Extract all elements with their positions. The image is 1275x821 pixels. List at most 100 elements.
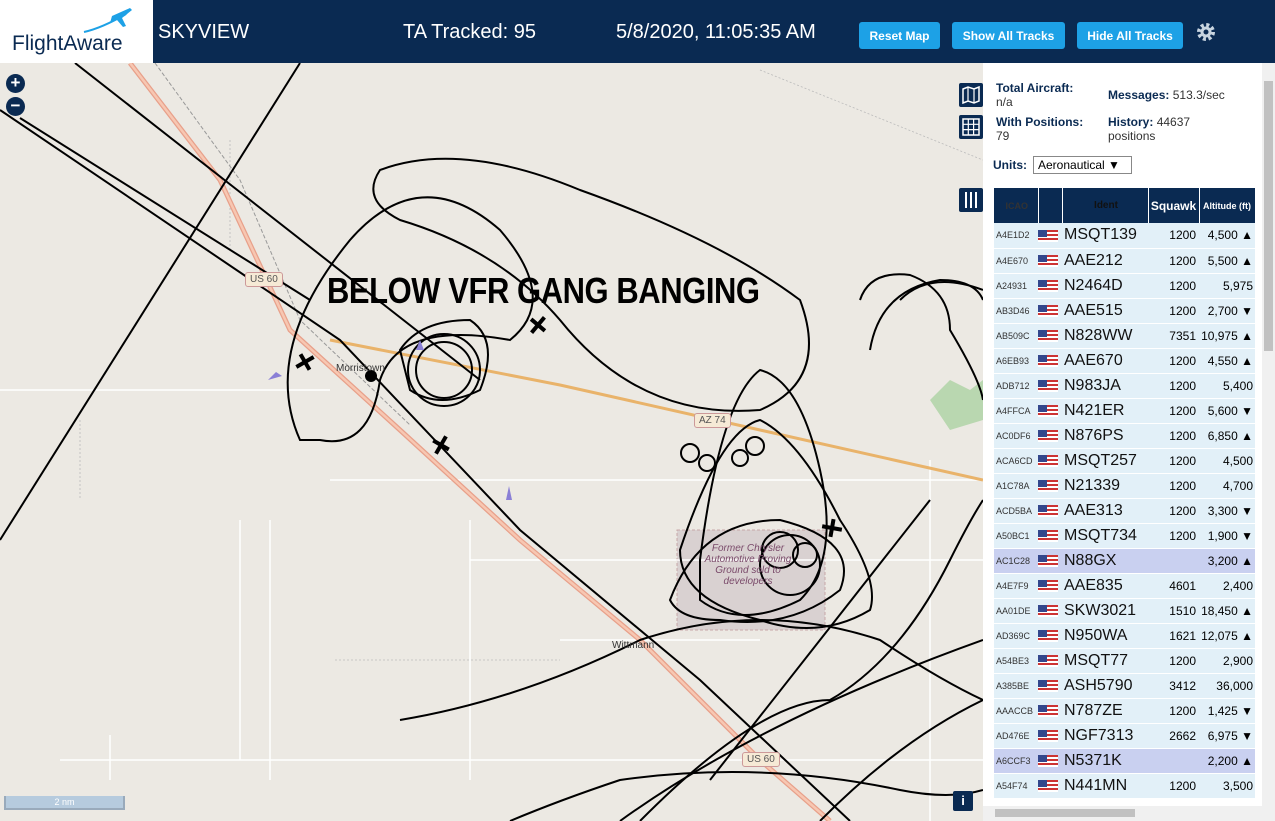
table-row[interactable]: ACD5BA AAE313 1200 3,300 ▼ bbox=[994, 498, 1255, 524]
show-all-tracks-button[interactable]: Show All Tracks bbox=[952, 22, 1065, 49]
table-row[interactable]: AC1C28 N88GX 3,200 ▲ bbox=[994, 548, 1255, 574]
altitude-cell: 4,500 ▲ bbox=[1199, 223, 1255, 249]
table-row[interactable]: AAACCB N787ZE 1200 1,425 ▼ bbox=[994, 698, 1255, 724]
altitude-cell: 3,500 bbox=[1199, 773, 1255, 799]
ident-cell: N88GX bbox=[1062, 548, 1148, 574]
table-row[interactable]: A4E7F9 AAE835 4601 2,400 bbox=[994, 573, 1255, 599]
units-select[interactable]: Aeronautical ▼ bbox=[1033, 156, 1132, 174]
table-row[interactable]: ADB712 N983JA 1200 5,400 bbox=[994, 373, 1255, 399]
altitude-cell: 6,975 ▼ bbox=[1199, 723, 1255, 749]
route-shield-us60: US 60 bbox=[245, 272, 283, 287]
icao-cell: AB3D46 bbox=[994, 298, 1038, 324]
flag-cell bbox=[1038, 248, 1062, 274]
altitude-cell: 2,400 bbox=[1199, 573, 1255, 599]
table-row[interactable]: AC0DF6 N876PS 1200 6,850 ▲ bbox=[994, 423, 1255, 449]
table-row[interactable]: A50BC1 MSQT734 1200 1,900 ▼ bbox=[994, 523, 1255, 549]
zoom-in-button[interactable]: + bbox=[6, 74, 25, 93]
flag-cell bbox=[1038, 623, 1062, 649]
column-header-squawk[interactable]: Squawk bbox=[1148, 188, 1200, 223]
icao-cell: A24931 bbox=[994, 273, 1038, 299]
ident-cell: N950WA bbox=[1062, 623, 1148, 649]
column-header-icao[interactable]: ICAO bbox=[994, 188, 1039, 223]
columns-icon[interactable] bbox=[959, 188, 983, 212]
table-row[interactable]: A1C78A N21339 1200 4,700 bbox=[994, 473, 1255, 499]
us-flag-icon bbox=[1038, 380, 1058, 393]
ident-cell: AAE212 bbox=[1062, 248, 1148, 274]
column-header-ident[interactable]: Ident bbox=[1062, 188, 1149, 223]
squawk-cell: 1200 bbox=[1148, 448, 1199, 474]
units-label: Units: bbox=[993, 158, 1027, 172]
us-flag-icon bbox=[1038, 330, 1058, 343]
table-row[interactable]: AA01DE SKW3021 1510 18,450 ▲ bbox=[994, 598, 1255, 624]
ident-cell: SKW3021 bbox=[1062, 598, 1148, 624]
table-row[interactable]: AD476E NGF7313 2662 6,975 ▼ bbox=[994, 723, 1255, 749]
map-view[interactable]: BELOW VFR GANG BANGING Morristown Wittma… bbox=[0, 63, 983, 821]
ident-cell: N828WW bbox=[1062, 323, 1148, 349]
table-row[interactable]: AD369C N950WA 1621 12,075 ▲ bbox=[994, 623, 1255, 649]
altitude-cell: 2,200 ▲ bbox=[1199, 748, 1255, 774]
history-stat: History: 44637 positions bbox=[1108, 115, 1190, 143]
ident-cell: N787ZE bbox=[1062, 698, 1148, 724]
flag-cell bbox=[1038, 473, 1062, 499]
altitude-cell: 5,400 bbox=[1199, 373, 1255, 399]
flag-cell bbox=[1038, 373, 1062, 399]
panel-scrollbar[interactable] bbox=[1262, 63, 1275, 821]
reset-map-button[interactable]: Reset Map bbox=[859, 22, 940, 49]
us-flag-icon bbox=[1038, 780, 1058, 793]
ta-tracked-count: TA Tracked: 95 bbox=[403, 21, 537, 43]
zoom-out-button[interactable]: − bbox=[6, 97, 25, 116]
ident-cell: MSQT139 bbox=[1062, 223, 1148, 249]
squawk-cell: 1200 bbox=[1148, 473, 1199, 499]
altitude-cell: 2,700 ▼ bbox=[1199, 298, 1255, 324]
us-flag-icon bbox=[1038, 605, 1058, 618]
table-row[interactable]: A385BE ASH5790 3412 36,000 bbox=[994, 673, 1255, 699]
info-button[interactable]: i bbox=[953, 791, 973, 811]
horizontal-scrollbar-thumb[interactable] bbox=[995, 809, 1135, 817]
ident-cell: N2464D bbox=[1062, 273, 1148, 299]
flag-cell bbox=[1038, 498, 1062, 524]
squawk-cell: 1200 bbox=[1148, 698, 1199, 724]
us-flag-icon bbox=[1038, 530, 1058, 543]
ident-cell: AAE835 bbox=[1062, 573, 1148, 599]
icao-cell: A4E7F9 bbox=[994, 573, 1038, 599]
table-row[interactable]: A4FFCA N421ER 1200 5,600 ▼ bbox=[994, 398, 1255, 424]
squawk-cell: 1200 bbox=[1148, 498, 1199, 524]
table-row[interactable]: AB3D46 AAE515 1200 2,700 ▼ bbox=[994, 298, 1255, 324]
app-title: SKYVIEW bbox=[158, 21, 250, 43]
flag-cell bbox=[1038, 723, 1062, 749]
scrollbar-thumb[interactable] bbox=[1264, 81, 1273, 351]
panel-horizontal-scrollbar[interactable] bbox=[983, 806, 1262, 821]
altitude-cell: 4,550 ▲ bbox=[1199, 348, 1255, 374]
with-positions-label: With Positions: bbox=[996, 115, 1084, 129]
ident-cell: AAE515 bbox=[1062, 298, 1148, 324]
flightaware-logo[interactable]: FlightAware bbox=[0, 0, 153, 63]
messages-value: 513.3/sec bbox=[1172, 88, 1225, 102]
hide-all-tracks-button[interactable]: Hide All Tracks bbox=[1077, 22, 1183, 49]
map-canvas[interactable] bbox=[0, 63, 983, 821]
map-layer-icon[interactable] bbox=[959, 83, 983, 107]
squawk-cell: 1200 bbox=[1148, 373, 1199, 399]
table-row[interactable]: A4E1D2 MSQT139 1200 4,500 ▲ bbox=[994, 223, 1255, 249]
table-row[interactable]: A6EB93 AAE670 1200 4,550 ▲ bbox=[994, 348, 1255, 374]
us-flag-icon bbox=[1038, 655, 1058, 668]
icao-cell: A54BE3 bbox=[994, 648, 1038, 674]
table-row[interactable]: A54BE3 MSQT77 1200 2,900 bbox=[994, 648, 1255, 674]
altitude-cell: 10,975 ▲ bbox=[1199, 323, 1255, 349]
table-row[interactable]: A54F74 N441MN 1200 3,500 bbox=[994, 773, 1255, 799]
us-flag-icon bbox=[1038, 705, 1058, 718]
column-header-altitude[interactable]: Altitude (ft) bbox=[1199, 188, 1256, 223]
table-row[interactable]: A4E670 AAE212 1200 5,500 ▲ bbox=[994, 248, 1255, 274]
ident-cell: NGF7313 bbox=[1062, 723, 1148, 749]
table-row[interactable]: A6CCF3 N5371K 2,200 ▲ bbox=[994, 748, 1255, 774]
clock: 5/8/2020, 11:05:35 AM bbox=[616, 21, 816, 43]
table-row[interactable]: AB509C N828WW 7351 10,975 ▲ bbox=[994, 323, 1255, 349]
grid-icon[interactable] bbox=[959, 115, 983, 139]
ident-cell: N21339 bbox=[1062, 473, 1148, 499]
altitude-cell: 12,075 ▲ bbox=[1199, 623, 1255, 649]
table-row[interactable]: A24931 N2464D 1200 5,975 bbox=[994, 273, 1255, 299]
settings-gear-icon[interactable] bbox=[1194, 20, 1218, 44]
us-flag-icon bbox=[1038, 680, 1058, 693]
table-row[interactable]: ACA6CD MSQT257 1200 4,500 bbox=[994, 448, 1255, 474]
column-header-flag[interactable] bbox=[1038, 188, 1063, 223]
icao-cell: ACD5BA bbox=[994, 498, 1038, 524]
